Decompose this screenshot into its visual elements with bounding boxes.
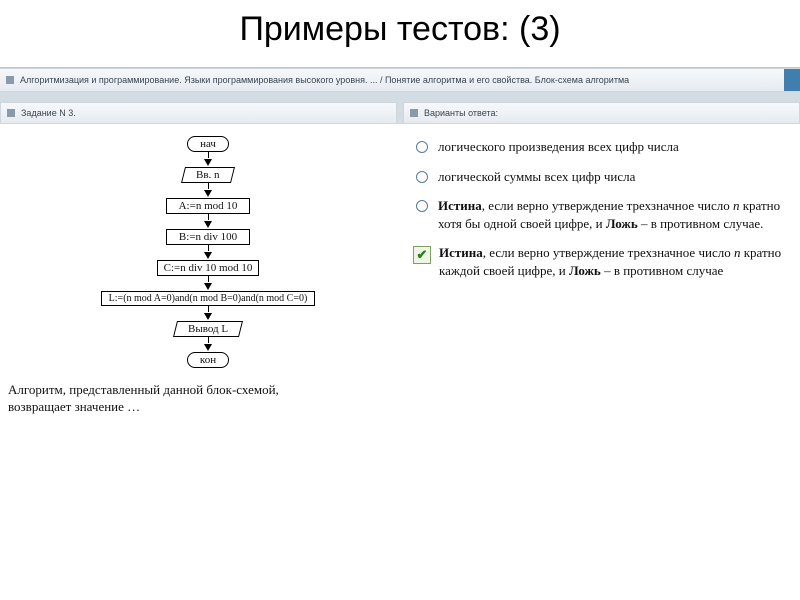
slide-title: Примеры тестов: (3): [0, 10, 800, 49]
option-1[interactable]: логического произведения всех цифр числа: [416, 138, 790, 156]
radio-icon: [416, 200, 428, 212]
tab-answers: Варианты ответа:: [403, 102, 800, 124]
option-2[interactable]: логической суммы всех цифр числа: [416, 168, 790, 186]
question-text: Алгоритм, представленный данной блок-схе…: [8, 382, 328, 416]
answers-pane: логического произведения всех цифр числа…: [396, 124, 800, 416]
flow-input: Вв. n: [181, 167, 235, 183]
check-icon: ✔: [413, 246, 431, 264]
tab-task-label: Задание N 3.: [21, 108, 76, 118]
radio-icon: [416, 171, 428, 183]
flowchart: нач Вв. n A:=n mod 10 B:=n div 100 C:=n …: [28, 136, 388, 368]
task-pane: нач Вв. n A:=n mod 10 B:=n div 100 C:=n …: [0, 124, 396, 416]
square-icon: [6, 76, 14, 84]
tab-row: Задание N 3. Варианты ответа:: [0, 102, 800, 124]
option-3-text: Истина, если верно утверждение трехзначн…: [438, 197, 790, 232]
tab-task: Задание N 3.: [0, 102, 397, 124]
option-2-text: логической суммы всех цифр числа: [438, 168, 635, 186]
flow-output: Вывод L: [173, 321, 243, 337]
right-panel-edge: [784, 69, 800, 91]
option-1-text: логического произведения всех цифр числа: [438, 138, 679, 156]
flow-step-b: B:=n div 100: [166, 229, 250, 245]
flow-end: кон: [187, 352, 229, 368]
flow-start: нач: [187, 136, 229, 152]
radio-icon: [416, 141, 428, 153]
flow-step-a: A:=n mod 10: [166, 198, 250, 214]
app-shell: Алгоритмизация и программирование. Языки…: [0, 67, 800, 416]
option-4[interactable]: ✔ Истина, если верно утверждение трехзна…: [416, 244, 790, 279]
square-icon: [410, 109, 418, 117]
options-list: логического произведения всех цифр числа…: [416, 138, 790, 279]
option-3[interactable]: Истина, если верно утверждение трехзначн…: [416, 197, 790, 232]
tab-answers-label: Варианты ответа:: [424, 108, 498, 118]
flow-step-l: L:=(n mod A=0)and(n mod B=0)and(n mod C=…: [101, 291, 315, 306]
square-icon: [7, 109, 15, 117]
option-4-text: Истина, если верно утверждение трехзначн…: [439, 244, 790, 279]
flow-step-c: C:=n div 10 mod 10: [157, 260, 260, 276]
breadcrumb: Алгоритмизация и программирование. Языки…: [20, 75, 780, 85]
breadcrumb-bar: Алгоритмизация и программирование. Языки…: [0, 68, 800, 92]
